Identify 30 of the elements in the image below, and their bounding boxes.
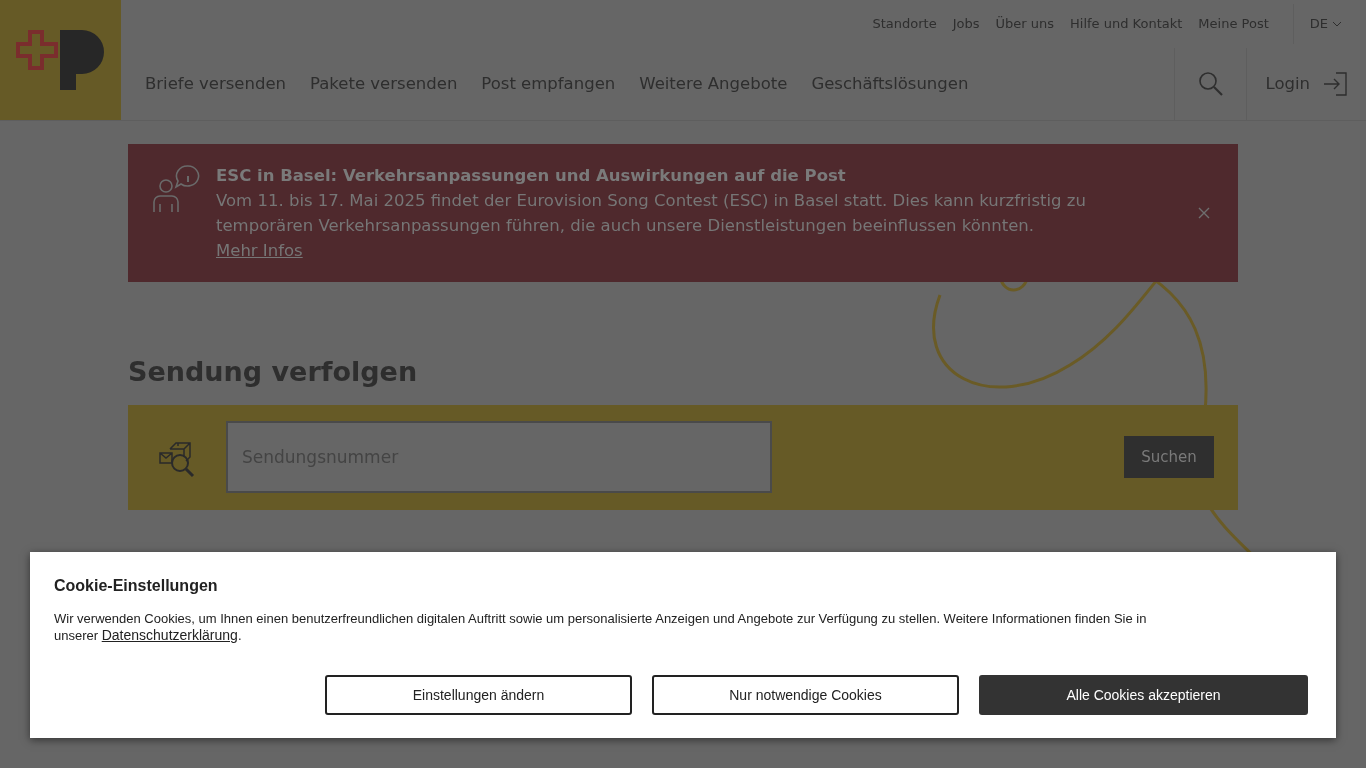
accept-all-button[interactable]: Alle Cookies akzeptieren bbox=[979, 675, 1308, 715]
tracking-heading: Sendung verfolgen bbox=[128, 355, 419, 389]
language-selector[interactable]: DE bbox=[1293, 14, 1342, 34]
nav-link[interactable]: Pakete versenden bbox=[310, 71, 458, 97]
notice-title: ESC in Basel: Verkehrsanpassungen und Auswirkungen auf die Post bbox=[216, 165, 847, 187]
cookie-option-button[interactable]: Einstellungen ändern bbox=[325, 675, 632, 715]
notice-text: Vom 11. bis 17. Mai 2025 findet der Eurovision Song Contest (ESC) in Basel statt. Dies kann kurzfristig zu temporären Verkehrsanpassungen führen, die auch unsere Dienstleistungen beeinflussen könnten. bbox=[216, 190, 1087, 237]
cookie-title: Cookie-Einstellungen bbox=[54, 576, 219, 596]
top-link[interactable]: Über uns bbox=[995, 14, 1055, 34]
top-link[interactable]: Jobs bbox=[952, 14, 980, 34]
more-info-link[interactable]: Mehr Infos bbox=[216, 241, 303, 260]
cookie-text: Wir verwenden Cookies, um Ihnen einen benutzerfreundlichen digitalen Auftritt sowie um personalisierte Anzeigen und Angebote zur Verfügung zu stellen. Weitere Informationen finden Sie in unserer Datenschutzerklärung. bbox=[54, 610, 1148, 644]
privacy-policy-link[interactable]: Datenschutzerklärung bbox=[101, 627, 238, 643]
post-logo[interactable] bbox=[0, 0, 121, 120]
search-icon bbox=[1198, 71, 1224, 97]
nav-link[interactable]: Post empfangen bbox=[481, 71, 616, 97]
logo-icon bbox=[15, 30, 106, 90]
top-link[interactable]: Hilfe und Kontakt bbox=[1070, 14, 1183, 34]
login-icon bbox=[1322, 71, 1348, 97]
top-link[interactable]: Meine Post bbox=[1198, 14, 1269, 34]
chevron-down-icon bbox=[1332, 21, 1342, 27]
person-info-icon bbox=[152, 164, 200, 214]
nav-link[interactable]: Briefe versenden bbox=[145, 71, 287, 97]
nav-link[interactable]: Geschäftslösungen bbox=[811, 71, 969, 97]
nav-link[interactable]: Weitere Angebote bbox=[639, 71, 788, 97]
login-button[interactable]: Login bbox=[1246, 48, 1366, 120]
close-icon bbox=[1198, 207, 1210, 219]
search-submit-button[interactable]: Suchen bbox=[1124, 436, 1214, 478]
cookie-option-button[interactable]: Nur notwendige Cookies bbox=[652, 675, 959, 715]
top-link[interactable]: Standorte bbox=[872, 14, 937, 34]
